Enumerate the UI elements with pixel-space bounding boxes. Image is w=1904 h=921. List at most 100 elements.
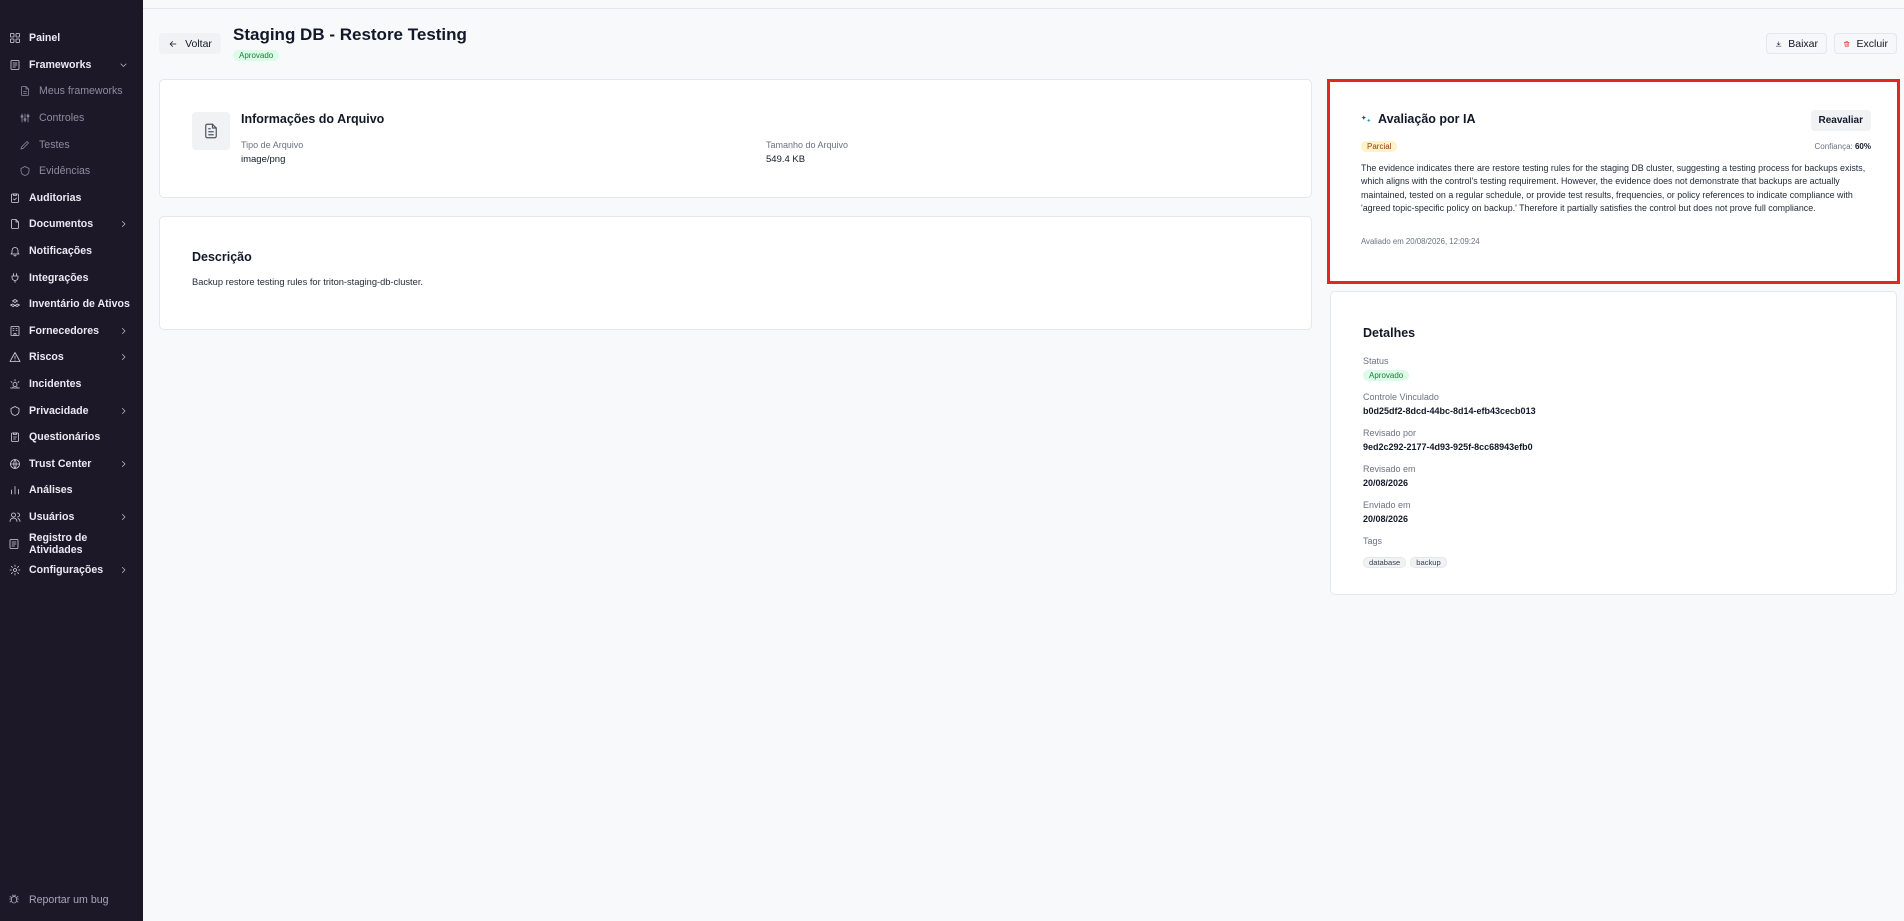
sidebar-item-label: Frameworks <box>29 58 92 71</box>
file-info-card: Informações do Arquivo Tipo de Arquivo i… <box>159 79 1312 198</box>
sidebar-item-controles[interactable]: Controles <box>0 105 143 132</box>
sidebar-item-usuarios[interactable]: Usuários <box>0 504 143 531</box>
chevron-right-icon[interactable] <box>119 512 128 521</box>
chevron-down-icon[interactable] <box>119 60 128 69</box>
reviewed-at-label: Revisado em <box>1363 464 1416 474</box>
report-bug-label: Reportar um bug <box>29 893 109 906</box>
sidebar-item-label: Análises <box>29 484 73 497</box>
sidebar-item-meus-frameworks[interactable]: Meus frameworks <box>0 78 143 105</box>
back-button[interactable]: Voltar <box>159 33 221 54</box>
sidebar-item-inventario-de-ativos[interactable]: Inventário de Ativos <box>0 291 143 318</box>
sidebar-item-incidentes[interactable]: Incidentes <box>0 371 143 398</box>
sidebar-item-label: Privacidade <box>29 404 89 417</box>
details-status-badge: Aprovado <box>1363 370 1410 381</box>
arrow-left-icon <box>169 40 177 47</box>
file-icon <box>192 112 230 150</box>
bug-icon <box>8 893 21 906</box>
reviewed-at-value: 20/08/2026 <box>1363 478 1409 488</box>
boxes-icon <box>8 298 21 311</box>
details-title: Detalhes <box>1363 326 1416 340</box>
confidence-value: 60% <box>1854 142 1871 151</box>
globe-icon <box>8 457 21 470</box>
sidebar-item-label: Riscos <box>29 351 64 364</box>
reevaluate-button[interactable]: Reavaliar <box>1810 110 1871 131</box>
details-card: Detalhes Status Aprovado Controle Vincul… <box>1330 291 1897 595</box>
delete-label: Excluir <box>1856 37 1888 50</box>
sidebar-item-configuracoes[interactable]: Configurações <box>0 557 143 584</box>
status-badge: Aprovado <box>233 50 280 61</box>
sidebar-item-trust-center[interactable]: Trust Center <box>0 451 143 478</box>
sidebar-item-fornecedores[interactable]: Fornecedores <box>0 318 143 345</box>
sparkles-icon <box>1361 114 1371 122</box>
sidebar-item-label: Fornecedores <box>29 324 100 337</box>
sidebar-item-questionarios[interactable]: Questionários <box>0 424 143 451</box>
ai-title-label: Avaliação por IA <box>1378 112 1476 126</box>
sidebar-item-auditorias[interactable]: Auditorias <box>0 185 143 212</box>
description-card: Descrição Backup restore testing rules f… <box>159 216 1312 330</box>
sidebar-item-label: Trust Center <box>29 457 92 470</box>
alert-sun-icon <box>8 378 21 391</box>
control-link[interactable]: b0d25df2-8dcd-44bc-8d14-efb43cecb013 <box>1363 406 1536 416</box>
control-label: Controle Vinculado <box>1363 392 1439 402</box>
ai-evaluation-card: Avaliação por IA Reavaliar Parcial Confi… <box>1330 82 1897 281</box>
shield-icon <box>8 404 21 417</box>
sidebar-item-label: Controles <box>39 112 85 125</box>
sidebar-item-frameworks[interactable]: Frameworks <box>0 52 143 79</box>
reviewed-by-label: Revisado por <box>1363 428 1417 438</box>
sidebar-item-painel[interactable]: Painel <box>0 25 143 52</box>
document-icon <box>8 218 21 231</box>
top-divider <box>143 8 1904 9</box>
confidence-readout: Confiança: 60% <box>1815 142 1872 151</box>
sidebar-item-integracoes[interactable]: Integrações <box>0 264 143 291</box>
submitted-value: 20/08/2026 <box>1363 514 1409 524</box>
tags-list: database backup <box>1363 557 1451 568</box>
sidebar-item-registro-de-atividades[interactable]: Registro de Atividades <box>0 530 143 557</box>
sidebar-item-riscos[interactable]: Riscos <box>0 344 143 371</box>
description-text: Backup restore testing rules for triton-… <box>192 277 423 287</box>
chevron-right-icon[interactable] <box>119 326 128 335</box>
ai-title: Avaliação por IA <box>1361 112 1476 126</box>
file-info-title: Informações do Arquivo <box>241 112 385 126</box>
sidebar: Painel Frameworks Meus frameworks Controles… <box>0 0 143 921</box>
reviewed-by-value: 9ed2c292-2177-4d93-925f-8cc68943efb0 <box>1363 442 1533 452</box>
building-icon <box>8 324 21 337</box>
sidebar-item-analises[interactable]: Análises <box>0 477 143 504</box>
chevron-right-icon[interactable] <box>119 406 128 415</box>
sidebar-item-privacidade[interactable]: Privacidade <box>0 397 143 424</box>
gear-icon <box>8 564 21 577</box>
sidebar-item-notificacoes[interactable]: Notificações <box>0 238 143 265</box>
tag: backup <box>1410 557 1447 568</box>
sidebar-item-evidencias[interactable]: Evidências <box>0 158 143 185</box>
sidebar-item-label: Meus frameworks <box>39 85 123 98</box>
file-type-value: image/png <box>241 154 286 165</box>
sidebar-item-label: Notificações <box>29 245 92 258</box>
sidebar-item-label: Auditorias <box>29 191 82 204</box>
delete-button[interactable]: Excluir <box>1834 33 1897 54</box>
plug-icon <box>8 271 21 284</box>
description-title: Descrição <box>192 250 252 264</box>
chevron-right-icon[interactable] <box>119 459 128 468</box>
sidebar-item-label: Integrações <box>29 271 89 284</box>
report-bug-link[interactable]: Reportar um bug <box>8 893 109 906</box>
chevron-right-icon[interactable] <box>119 566 128 575</box>
page-title: Staging DB - Restore Testing <box>233 25 467 44</box>
back-label: Voltar <box>185 37 212 50</box>
warning-icon <box>8 351 21 364</box>
chevron-right-icon[interactable] <box>119 353 128 362</box>
download-button[interactable]: Baixar <box>1766 33 1827 54</box>
sidebar-item-documentos[interactable]: Documentos <box>0 211 143 238</box>
evaluated-at: Avaliado em 20/08/2026, 12:09:24 <box>1361 237 1480 246</box>
sidebar-item-label: Usuários <box>29 510 75 523</box>
sidebar-item-testes[interactable]: Testes <box>0 131 143 158</box>
verdict-badge: Parcial <box>1361 141 1398 152</box>
file-size-label: Tamanho do Arquivo <box>766 140 849 150</box>
chevron-right-icon[interactable] <box>119 220 128 229</box>
sidebar-item-label: Configurações <box>29 564 104 577</box>
sidebar-item-label: Testes <box>39 138 70 151</box>
tag: database <box>1363 557 1407 568</box>
circle-icon <box>18 165 31 178</box>
status-label: Status <box>1363 356 1389 366</box>
ai-explanation: The evidence indicates there are restore… <box>1361 163 1866 214</box>
pencil-icon <box>18 138 31 151</box>
trash-icon <box>1843 40 1850 47</box>
